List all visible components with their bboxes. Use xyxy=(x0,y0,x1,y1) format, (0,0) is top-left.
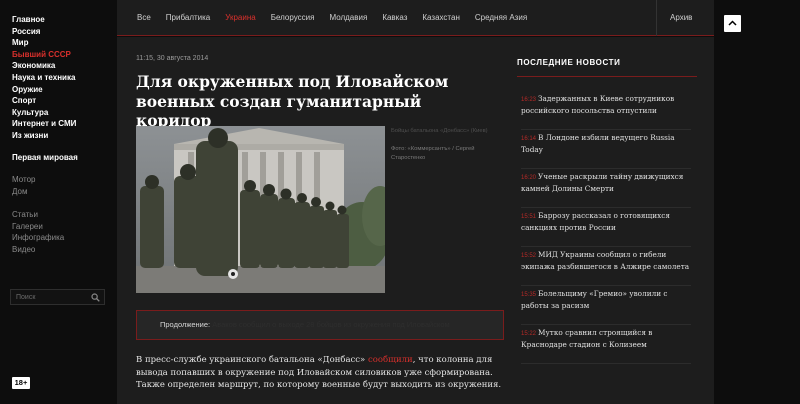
search-input[interactable] xyxy=(16,292,86,303)
sidebar-section-link[interactable]: Мир xyxy=(12,37,117,49)
news-time: 15:52 xyxy=(521,253,537,259)
sidebar-section-link[interactable]: Бывший СССР xyxy=(12,49,117,61)
sidebar-format-link[interactable]: Видео xyxy=(12,244,117,256)
news-item[interactable]: 15:52 МИД Украины сообщил о гибели экипаж… xyxy=(521,248,691,286)
nav-tab[interactable]: Кавказ xyxy=(382,12,407,23)
latest-news-list: 16:23 Задержанных в Киеве сотрудников рос… xyxy=(521,92,691,365)
sidebar-section-link[interactable]: Экономика xyxy=(12,60,117,72)
nav-tab[interactable]: Прибалтика xyxy=(166,12,210,23)
news-item-text-block: 15:52 МИД Украины сообщил о гибели экипаж… xyxy=(521,250,691,273)
news-time: 15:22 xyxy=(521,331,537,337)
news-item-text-block: 15:35 Болельщиму «Гремио» уволили с работ… xyxy=(521,289,691,312)
top-navigation: Все Прибалтика Украина Белоруссия Молдавия Ка… xyxy=(117,0,714,36)
news-item-text-block: 16:23 Задержанных в Киеве сотрудников рос… xyxy=(521,94,691,117)
news-item-text-block: 15:22 Мутко сравнил строящийся в Краснода… xyxy=(521,328,691,351)
sidebar-project-link[interactable]: Мотор xyxy=(12,174,117,186)
nav-divider xyxy=(656,0,657,36)
scroll-up-button[interactable] xyxy=(724,15,741,32)
continuation-label: Продолжение: xyxy=(160,320,211,329)
sidebar-section-link[interactable]: Из жизни xyxy=(12,130,117,142)
news-item[interactable]: 15:51 Баррозу рассказал о готовящихся сан… xyxy=(521,209,691,247)
photo-caption: Бойцы батальона «Донбасс» (Киев) xyxy=(391,128,488,134)
article-photo xyxy=(136,126,385,293)
news-headline[interactable]: В Лондоне избили ведущего Russia Today xyxy=(521,133,675,154)
news-item[interactable]: 15:22 Мутко сравнил строящийся в Краснода… xyxy=(521,326,691,364)
news-headline[interactable]: Баррозу рассказал о готовящихся санкциях… xyxy=(521,211,670,232)
continuation-link[interactable]: Аваков сообщил о выходе 28 бойцов из окр… xyxy=(212,320,449,329)
nav-tab[interactable]: Молдавия xyxy=(329,12,367,23)
sidebar-format-link[interactable]: Статьи xyxy=(12,209,117,221)
age-rating-badge: 18+ xyxy=(12,377,30,389)
search-icon[interactable] xyxy=(91,293,100,302)
sidebar-project-link[interactable]: Дом xyxy=(12,186,117,198)
sidebar-section-link[interactable]: Интернет и СМИ xyxy=(12,118,117,130)
sidebar-section-link[interactable]: Культура xyxy=(12,107,117,119)
photo-credit: Фото: «Коммерсантъ» / Сергей Старостенко xyxy=(391,146,475,161)
nav-tab[interactable]: Белоруссия xyxy=(271,12,315,23)
left-sidebar: Главное Россия Мир Бывший СССР Экономика Наук… xyxy=(0,0,117,404)
sidebar-format-link[interactable]: Галереи xyxy=(12,221,117,233)
article-date: 11:15, 30 августа 2014 xyxy=(136,55,209,62)
news-time: 15:35 xyxy=(521,292,537,298)
nav-tab[interactable]: Казахстан xyxy=(422,12,460,23)
body-source-link[interactable]: сообщили xyxy=(368,355,413,365)
archive-link[interactable]: Архив xyxy=(670,12,692,23)
nav-tab[interactable]: Средняя Азия xyxy=(475,12,527,23)
news-item[interactable]: 16:20 Ученые раскрыли тайну движущихся ка… xyxy=(521,170,691,208)
nav-tab[interactable]: Все xyxy=(137,12,151,23)
sidebar-section-link[interactable]: Оружие xyxy=(12,84,117,96)
sidebar-format-link[interactable]: Инфографика xyxy=(12,232,117,244)
sidebar-section-link[interactable]: Главное xyxy=(12,14,117,26)
sidebar-section-link[interactable]: Россия xyxy=(12,26,117,38)
region-tabs: Все Прибалтика Украина Белоруссия Молдавия Ка… xyxy=(137,12,542,23)
article-body: В пресс-службе украинского батальона «До… xyxy=(136,354,504,392)
formats-menu: Статьи Галереи Инфографика Видео xyxy=(12,209,117,256)
news-item[interactable]: 16:14 В Лондоне избили ведущего Russia To… xyxy=(521,131,691,169)
news-item-text-block: 16:14 В Лондоне избили ведущего Russia To… xyxy=(521,133,691,156)
sidebar-section-link[interactable]: Наука и техника xyxy=(12,72,117,84)
news-time: 16:23 xyxy=(521,97,537,103)
news-item[interactable]: 15:35 Болельщиму «Гремио» уволили с работ… xyxy=(521,287,691,325)
section-menu: Главное Россия Мир Бывший СССР Экономика Наук… xyxy=(12,14,117,142)
news-headline[interactable]: Задержанных в Киеве сотрудников российск… xyxy=(521,94,674,115)
nav-tab[interactable]: Украина xyxy=(225,12,255,23)
news-item[interactable]: 16:23 Задержанных в Киеве сотрудников рос… xyxy=(521,92,691,130)
projects-menu: Мотор Дом xyxy=(12,174,117,198)
news-headline[interactable]: Болельщиму «Гремио» уволили с работы за … xyxy=(521,289,667,310)
main-panel: 11:15, 30 августа 2014 Для окруженных по… xyxy=(117,37,714,404)
latest-news-header: ПОСЛЕДНИЕ НОВОСТИ xyxy=(517,58,697,77)
news-item-text-block: 15:51 Баррозу рассказал о готовящихся сан… xyxy=(521,211,691,234)
news-headline[interactable]: МИД Украины сообщил о гибели экипажа раз… xyxy=(521,250,689,271)
chevron-up-icon xyxy=(728,20,737,26)
sidebar-section-link[interactable]: Спорт xyxy=(12,95,117,107)
continuation-box[interactable]: Продолжение: Аваков сообщил о выходе 28 … xyxy=(136,310,504,340)
body-text-start: В пресс-службе украинского батальона «До… xyxy=(136,355,368,365)
news-time: 16:20 xyxy=(521,175,537,181)
news-time: 16:14 xyxy=(521,136,537,142)
article-title: Для окруженных под Иловайском военных со… xyxy=(136,72,449,130)
special-project-link[interactable]: Первая мировая xyxy=(12,152,117,164)
news-time: 15:51 xyxy=(521,214,537,220)
news-headline[interactable]: Мутко сравнил строящийся в Краснодаре ст… xyxy=(521,328,652,349)
search-box[interactable] xyxy=(10,289,105,305)
news-headline[interactable]: Ученые раскрыли тайну движущихся камней … xyxy=(521,172,683,193)
news-item-text-block: 16:20 Ученые раскрыли тайну движущихся ка… xyxy=(521,172,691,195)
soldiers-photo-illustration xyxy=(136,126,385,293)
